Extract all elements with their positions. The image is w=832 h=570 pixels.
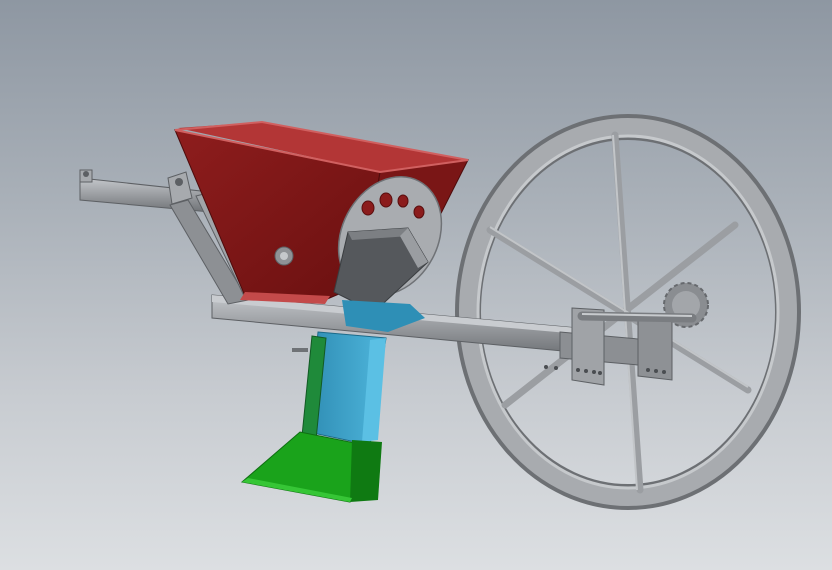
drive-wheel bbox=[455, 114, 801, 510]
seed-shoe bbox=[240, 431, 382, 503]
cad-viewport bbox=[0, 0, 832, 570]
planter-model bbox=[79, 114, 801, 510]
